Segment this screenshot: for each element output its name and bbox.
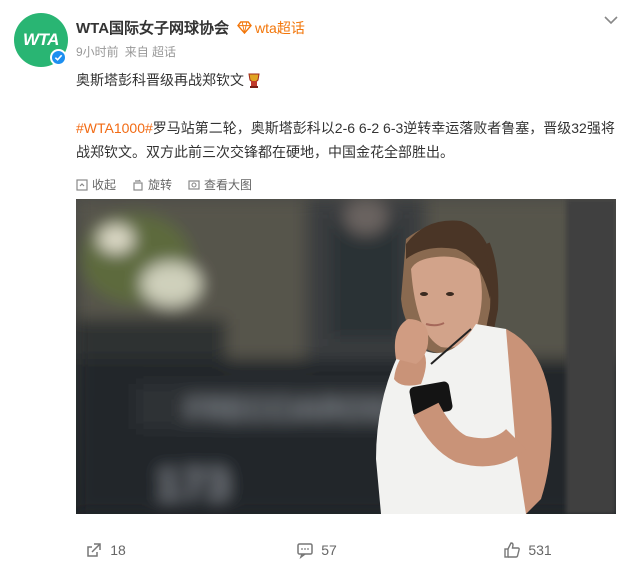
action-bar: 18 57 531 [0, 529, 633, 571]
post-title-text: 奥斯塔彭科晋级再战郑钦文 [76, 72, 244, 88]
repost-count: 18 [110, 542, 126, 558]
super-topic-link[interactable]: wta超话 [237, 18, 305, 38]
view-large-button[interactable]: 查看大图 [188, 176, 252, 193]
collect-label: 收起 [92, 178, 117, 192]
svg-text:173: 173 [156, 460, 229, 509]
like-count: 531 [528, 542, 552, 558]
hashtag-link[interactable]: #WTA1000# [76, 120, 153, 136]
thumbs-up-icon [504, 542, 521, 558]
comment-icon [297, 543, 313, 559]
like-button[interactable]: 531 [422, 529, 633, 571]
rotate-button[interactable]: 旋转 [132, 176, 172, 193]
chevron-down-icon [604, 16, 618, 25]
rotate-icon [133, 179, 143, 191]
collapse-icon [76, 178, 88, 191]
super-topic-label: wta超话 [255, 19, 305, 36]
collect-button[interactable]: 收起 [76, 176, 116, 193]
tennis-player-photo: FRECCIAROSSA 173 [76, 199, 616, 514]
author-name[interactable]: WTA国际女子网球协会 [76, 17, 229, 38]
more-options-button[interactable] [603, 13, 619, 31]
avatar-logo-text: WTA [23, 30, 59, 49]
view-large-icon [188, 179, 200, 190]
comment-count: 57 [321, 542, 337, 558]
post-body: #WTA1000#罗马站第二轮，奥斯塔彭科以2-6 6-2 6-3逆转幸运落败者… [76, 116, 616, 164]
repost-button[interactable]: 18 [0, 529, 211, 571]
image-toolbar: 收起 旋转 查看大图 [76, 176, 252, 193]
comment-button[interactable]: 57 [211, 529, 422, 571]
share-icon [87, 543, 101, 557]
rotate-label: 旋转 [148, 178, 173, 192]
diamond-icon [237, 21, 252, 34]
post-title: 奥斯塔彭科晋级再战郑钦文 [76, 70, 262, 90]
post-source: 来自 超话 [124, 45, 177, 59]
view-large-label: 查看大图 [204, 178, 253, 192]
verified-badge-icon [50, 49, 67, 66]
post-body-text: 罗马站第二轮，奥斯塔彭科以2-6 6-2 6-3逆转幸运落败者鲁塞，晋级32强将… [76, 120, 615, 160]
post-photo[interactable]: FRECCIAROSSA 173 [76, 199, 616, 514]
trophy-emoji-icon [248, 73, 260, 88]
post-time[interactable]: 9小时前 [76, 43, 119, 60]
